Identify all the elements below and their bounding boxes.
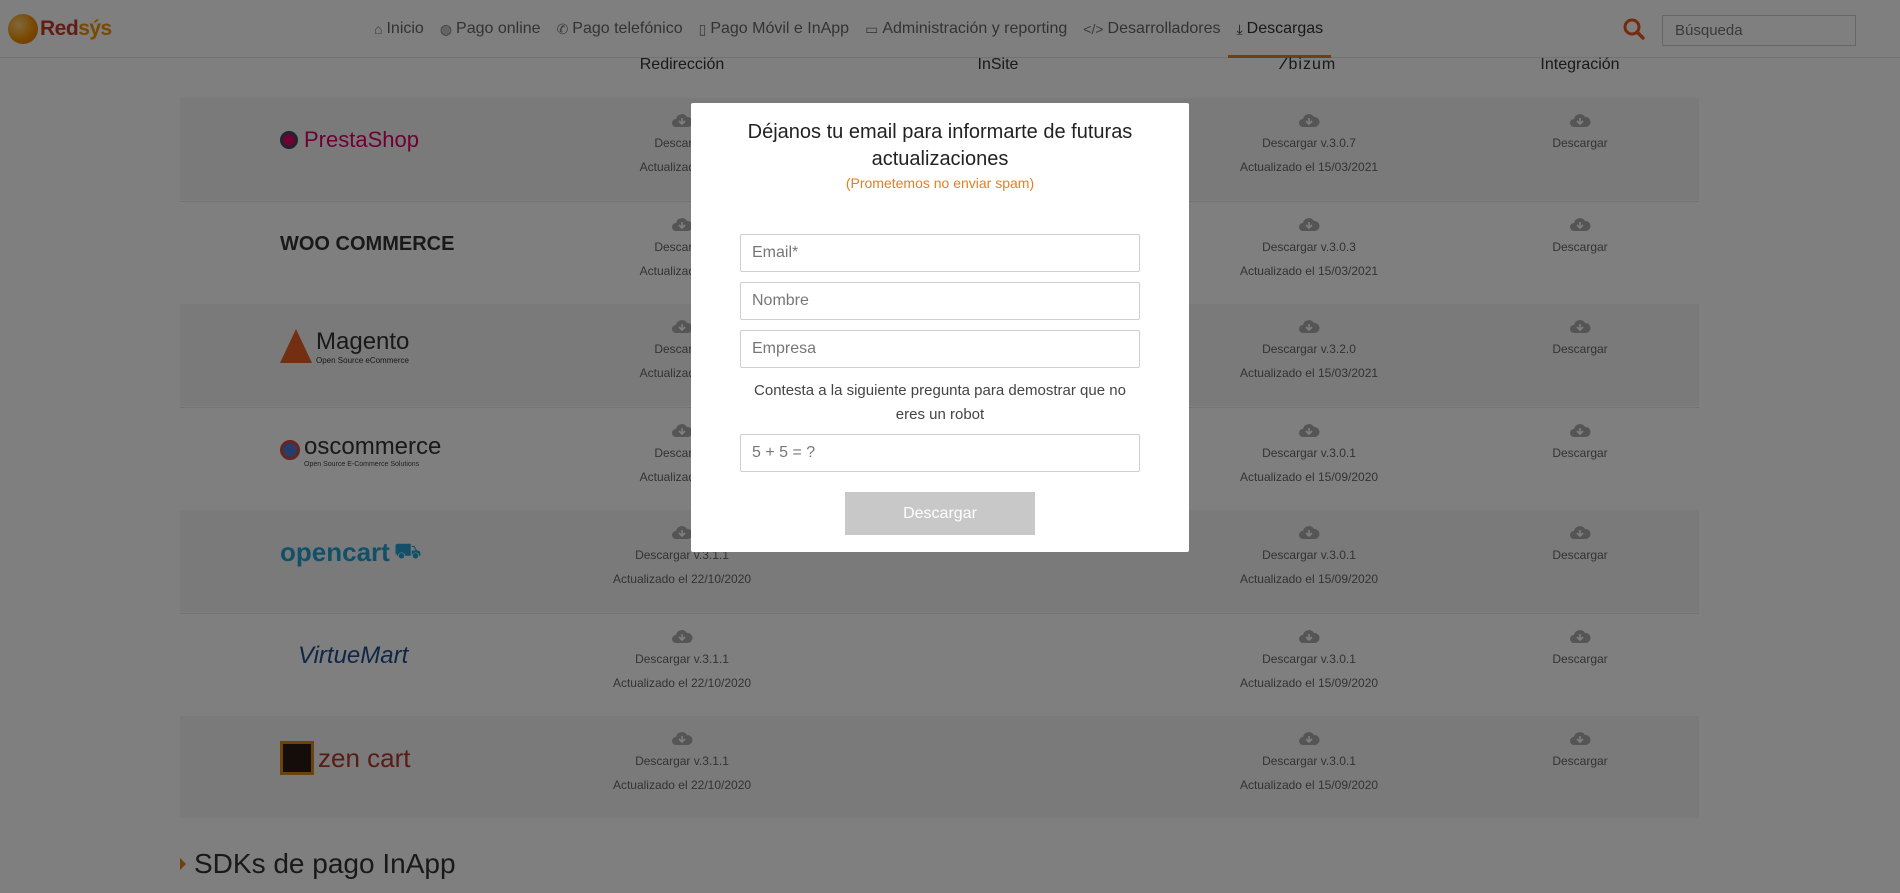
email-field[interactable] <box>740 234 1140 272</box>
modal-subtitle: (Prometemos no enviar spam) <box>845 175 1035 191</box>
modal-title: Déjanos tu email para informarte de futu… <box>747 121 1133 170</box>
name-field[interactable] <box>740 282 1140 320</box>
captcha-instructions: Contesta a la siguiente pregunta para de… <box>754 382 1126 423</box>
captcha-field[interactable] <box>740 434 1140 472</box>
company-field[interactable] <box>740 330 1140 368</box>
download-button[interactable]: Descargar <box>845 492 1035 535</box>
newsletter-modal: Déjanos tu email para informarte de futu… <box>691 103 1189 552</box>
